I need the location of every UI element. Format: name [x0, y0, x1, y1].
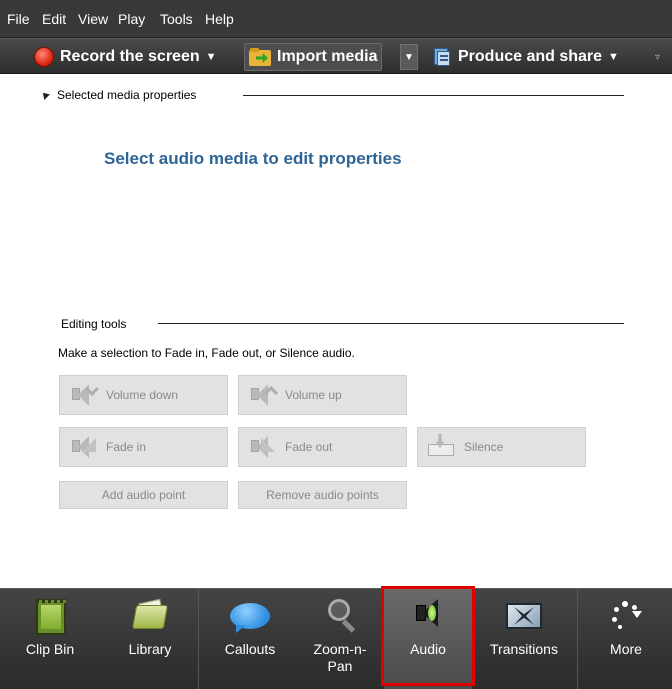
audio-tab-highlight	[381, 586, 475, 686]
tab-callouts[interactable]: Callouts	[200, 589, 300, 689]
record-label: Record the screen	[60, 48, 200, 65]
fade-out-label: Fade out	[285, 440, 333, 454]
bottom-tab-strip: Clip Bin Library Callouts Zoom-n-Pan Aud…	[0, 588, 672, 689]
collapse-triangle-icon[interactable]	[40, 90, 50, 100]
more-dots-icon	[604, 597, 648, 637]
silence-label: Silence	[464, 440, 504, 454]
menu-tools[interactable]: Tools	[160, 11, 193, 27]
remove-audio-points-button[interactable]: Remove audio points	[238, 481, 407, 509]
record-icon	[34, 47, 54, 67]
editing-hint: Make a selection to Fade in, Fade out, o…	[58, 346, 355, 360]
volume-down-button[interactable]: Volume down	[59, 375, 228, 415]
transitions-icon	[502, 597, 546, 637]
fade-in-button[interactable]: Fade in	[59, 427, 228, 467]
chevron-down-icon: ▼	[205, 51, 217, 63]
library-folder-icon	[128, 597, 172, 637]
produce-label: Produce and share	[458, 48, 603, 65]
tab-more-label: More	[610, 641, 642, 657]
remove-audio-points-label: Remove audio points	[266, 488, 379, 502]
volume-up-icon	[247, 382, 279, 408]
volume-up-button[interactable]: Volume up	[238, 375, 407, 415]
tab-clip-bin-label: Clip Bin	[25, 641, 75, 657]
menu-view[interactable]: View	[78, 11, 108, 27]
tab-separator	[577, 589, 578, 689]
toolbar-overflow-icon[interactable]: ▿	[655, 52, 660, 63]
menu-bar: File Edit View Play Tools Help	[0, 0, 672, 38]
volume-up-label: Volume up	[285, 388, 342, 402]
magnifier-icon	[318, 597, 362, 637]
fade-in-label: Fade in	[106, 440, 147, 454]
properties-message: Select audio media to edit properties	[104, 149, 402, 168]
tab-library[interactable]: Library	[100, 589, 200, 689]
tab-more[interactable]: More	[580, 589, 672, 689]
main-toolbar: Record the screen ▼ Import media ▼ Produ…	[0, 38, 672, 74]
record-screen-button[interactable]: Record the screen ▼	[34, 43, 217, 71]
tab-transitions[interactable]: Transitions	[472, 589, 576, 689]
tab-callouts-label: Callouts	[224, 641, 276, 657]
properties-section-title: Selected media properties	[57, 88, 197, 102]
import-dropdown-button[interactable]: ▼	[400, 44, 418, 70]
import-media-button[interactable]: Import media	[244, 43, 383, 71]
menu-play[interactable]: Play	[118, 11, 145, 27]
properties-divider	[243, 95, 624, 96]
import-label: Import media	[277, 48, 378, 65]
silence-button[interactable]: Silence	[417, 427, 586, 467]
tab-zoom-n-pan-label: Zoom-n-Pan	[313, 641, 367, 674]
tab-zoom-n-pan[interactable]: Zoom-n-Pan	[300, 589, 380, 689]
fade-out-button[interactable]: Fade out	[238, 427, 407, 467]
tab-separator	[198, 589, 199, 689]
tab-transitions-label: Transitions	[490, 641, 558, 657]
silence-icon	[426, 434, 456, 460]
menu-file[interactable]: File	[7, 11, 30, 27]
editing-tools-header: Editing tools	[61, 317, 126, 331]
menu-help[interactable]: Help	[205, 11, 234, 27]
volume-down-label: Volume down	[106, 388, 179, 402]
import-folder-icon	[249, 48, 271, 66]
properties-section-header[interactable]: Selected media properties	[40, 88, 197, 102]
add-audio-point-button[interactable]: Add audio point	[59, 481, 228, 509]
add-audio-point-label: Add audio point	[101, 488, 186, 502]
editing-tools-title: Editing tools	[61, 317, 127, 331]
produce-icon	[432, 47, 452, 67]
produce-share-button[interactable]: Produce and share ▼	[432, 43, 619, 71]
fade-in-icon	[68, 434, 98, 460]
tab-clip-bin[interactable]: Clip Bin	[0, 589, 100, 689]
speech-bubble-icon	[228, 597, 272, 637]
menu-edit[interactable]: Edit	[42, 11, 66, 27]
editing-divider	[158, 323, 624, 324]
fade-out-icon	[247, 434, 277, 460]
chevron-down-icon: ▼	[608, 51, 619, 63]
volume-down-icon	[68, 381, 100, 408]
tab-library-label: Library	[128, 641, 172, 657]
film-clip-icon	[28, 597, 72, 637]
